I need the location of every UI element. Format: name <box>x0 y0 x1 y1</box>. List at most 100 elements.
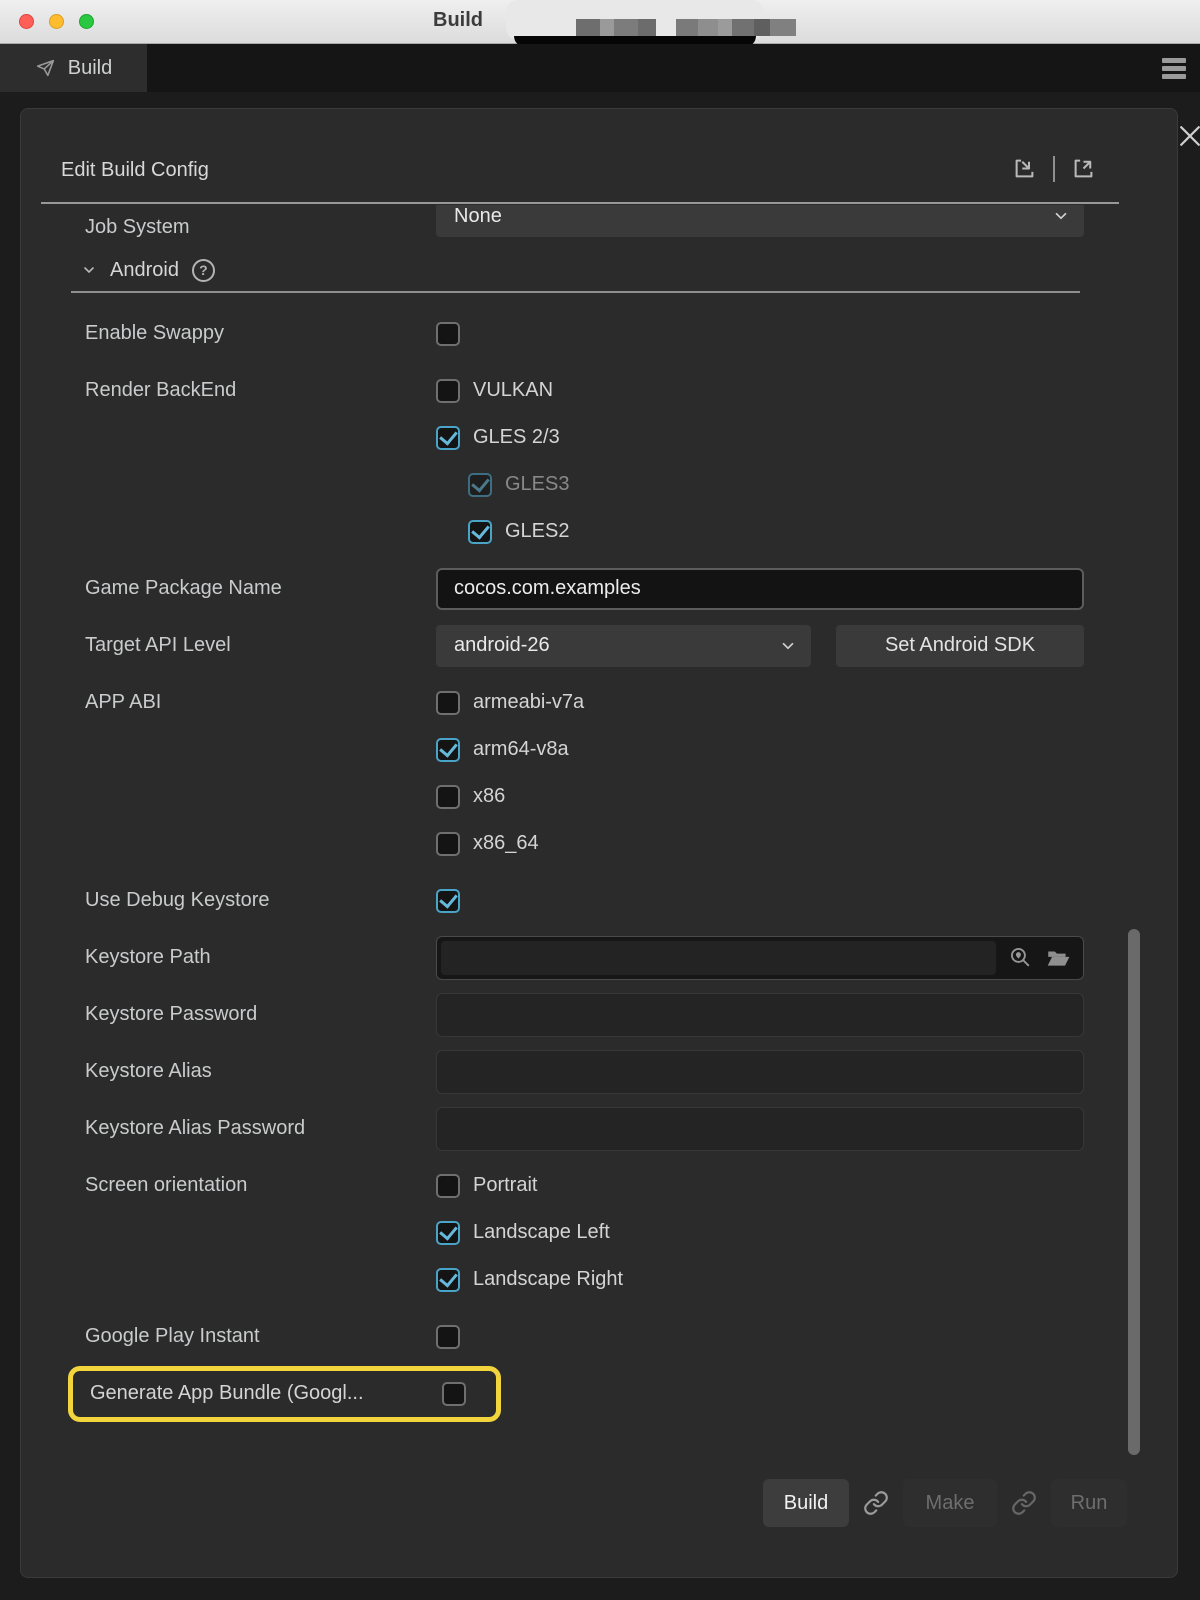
x86-checkbox[interactable] <box>436 785 460 809</box>
build-button[interactable]: Build <box>763 1479 849 1527</box>
export-config-icon[interactable] <box>1070 155 1097 182</box>
option-gles3: GLES3 <box>468 461 569 508</box>
screen-orientation-label: Screen orientation <box>85 1162 436 1209</box>
window-title: Build <box>433 9 483 32</box>
gles2-label: GLES2 <box>505 520 569 543</box>
option-landscape-right: Landscape Right <box>436 1256 623 1303</box>
row-google-play-instant: Google Play Instant <box>21 1308 1177 1365</box>
generate-app-bundle-checkbox[interactable] <box>442 1382 466 1406</box>
option-arm64-v8a: arm64-v8a <box>436 726 584 773</box>
gles3-checkbox <box>468 473 492 497</box>
app-abi-label: APP ABI <box>85 679 436 726</box>
row-app-abi: APP ABI armeabi-v7a arm64-v8a x86 <box>21 679 1177 867</box>
scrollbar[interactable] <box>1128 929 1140 1455</box>
keystore-alias-password-input[interactable] <box>436 1107 1084 1151</box>
row-game-package-name: Game Package Name <box>21 560 1177 617</box>
gles23-checkbox[interactable] <box>436 426 460 450</box>
vulkan-checkbox[interactable] <box>436 379 460 403</box>
run-button[interactable]: Run <box>1051 1479 1127 1527</box>
option-vulkan: VULKAN <box>436 367 569 414</box>
row-screen-orientation: Screen orientation Portrait Landscape Le… <box>21 1162 1177 1303</box>
close-traffic-light-icon[interactable] <box>19 14 34 29</box>
x86-64-checkbox[interactable] <box>436 832 460 856</box>
option-x86: x86 <box>436 773 584 820</box>
search-locate-icon[interactable] <box>1008 945 1033 970</box>
landscape-right-label: Landscape Right <box>473 1268 623 1291</box>
portrait-checkbox[interactable] <box>436 1174 460 1198</box>
help-icon[interactable]: ? <box>192 259 215 282</box>
build-config-form: Job System None Android ? Enable Swappy <box>21 205 1177 1435</box>
gles3-label: GLES3 <box>505 473 569 496</box>
window-titlebar: Build <box>0 0 1200 44</box>
dialog-footer: Build Make Run <box>763 1479 1127 1527</box>
set-android-sdk-button[interactable]: Set Android SDK <box>836 625 1084 667</box>
gles2-checkbox[interactable] <box>468 520 492 544</box>
x86-64-label: x86_64 <box>473 832 539 855</box>
dialog-header: Edit Build Config <box>41 109 1119 204</box>
target-api-level-select[interactable]: android-26 <box>436 625 811 667</box>
google-play-instant-checkbox[interactable] <box>436 1325 460 1349</box>
enable-swappy-checkbox[interactable] <box>436 322 460 346</box>
row-keystore-alias: Keystore Alias <box>21 1043 1177 1100</box>
option-portrait: Portrait <box>436 1162 623 1209</box>
row-job-system: Job System None <box>21 205 1177 249</box>
armeabi-v7a-checkbox[interactable] <box>436 691 460 715</box>
keystore-password-input[interactable] <box>436 993 1084 1037</box>
enable-swappy-label: Enable Swappy <box>85 322 436 345</box>
target-api-level-label: Target API Level <box>85 634 436 657</box>
gles23-label: GLES 2/3 <box>473 426 560 449</box>
keystore-path-input[interactable] <box>441 941 996 975</box>
row-use-debug-keystore: Use Debug Keystore <box>21 872 1177 929</box>
redacted-text-blocks <box>576 19 796 36</box>
make-button[interactable]: Make <box>903 1479 997 1527</box>
job-system-select[interactable]: None <box>436 205 1084 237</box>
game-package-name-label: Game Package Name <box>85 577 436 600</box>
use-debug-keystore-checkbox[interactable] <box>436 889 460 913</box>
row-keystore-path: Keystore Path <box>21 929 1177 986</box>
row-keystore-password: Keystore Password <box>21 986 1177 1043</box>
landscape-left-checkbox[interactable] <box>436 1221 460 1245</box>
option-armeabi-v7a: armeabi-v7a <box>436 679 584 726</box>
keystore-alias-input[interactable] <box>436 1050 1084 1094</box>
edit-build-config-dialog: Edit Build Config <box>20 108 1178 1578</box>
chevron-down-icon <box>1052 207 1070 225</box>
tab-build-label: Build <box>68 57 112 80</box>
chevron-down-icon <box>779 637 797 655</box>
menu-hamburger-icon[interactable] <box>1162 58 1186 79</box>
close-icon[interactable] <box>1175 121 1200 151</box>
landscape-right-checkbox[interactable] <box>436 1268 460 1292</box>
section-android-title: Android <box>110 259 179 282</box>
folder-open-icon[interactable] <box>1045 945 1071 971</box>
option-gles2: GLES2 <box>468 508 569 555</box>
row-keystore-alias-password: Keystore Alias Password <box>21 1100 1177 1157</box>
tab-build[interactable]: Build <box>0 44 147 92</box>
vulkan-label: VULKAN <box>473 379 553 402</box>
option-x86-64: x86_64 <box>436 820 584 867</box>
arm64-v8a-checkbox[interactable] <box>436 738 460 762</box>
zoom-traffic-light-icon[interactable] <box>79 14 94 29</box>
tab-bar: Build <box>0 44 1200 92</box>
row-render-backend: Render BackEnd VULKAN GLES 2/3 GLES3 <box>21 367 1177 555</box>
minimize-traffic-light-icon[interactable] <box>49 14 64 29</box>
import-config-icon[interactable] <box>1011 155 1038 182</box>
use-debug-keystore-label: Use Debug Keystore <box>85 889 436 912</box>
job-system-value: None <box>454 205 502 228</box>
row-target-api-level: Target API Level android-26 Set Android … <box>21 617 1177 674</box>
link-icon <box>863 1490 889 1516</box>
keystore-path-label: Keystore Path <box>85 946 436 969</box>
landscape-left-label: Landscape Left <box>473 1221 610 1244</box>
google-play-instant-label: Google Play Instant <box>85 1325 436 1348</box>
section-android[interactable]: Android ? <box>71 249 1080 293</box>
paper-plane-icon <box>35 57 57 79</box>
traffic-lights <box>19 14 94 29</box>
option-landscape-left: Landscape Left <box>436 1209 623 1256</box>
job-system-label: Job System <box>85 216 436 239</box>
arm64-v8a-label: arm64-v8a <box>473 738 569 761</box>
target-api-level-value: android-26 <box>454 634 550 657</box>
header-icon-divider <box>1053 156 1055 182</box>
keystore-alias-password-label: Keystore Alias Password <box>85 1117 436 1140</box>
keystore-alias-label: Keystore Alias <box>85 1060 436 1083</box>
x86-label: x86 <box>473 785 505 808</box>
game-package-name-input[interactable] <box>436 568 1084 610</box>
generate-app-bundle-label: Generate App Bundle (Googl... <box>90 1382 442 1405</box>
